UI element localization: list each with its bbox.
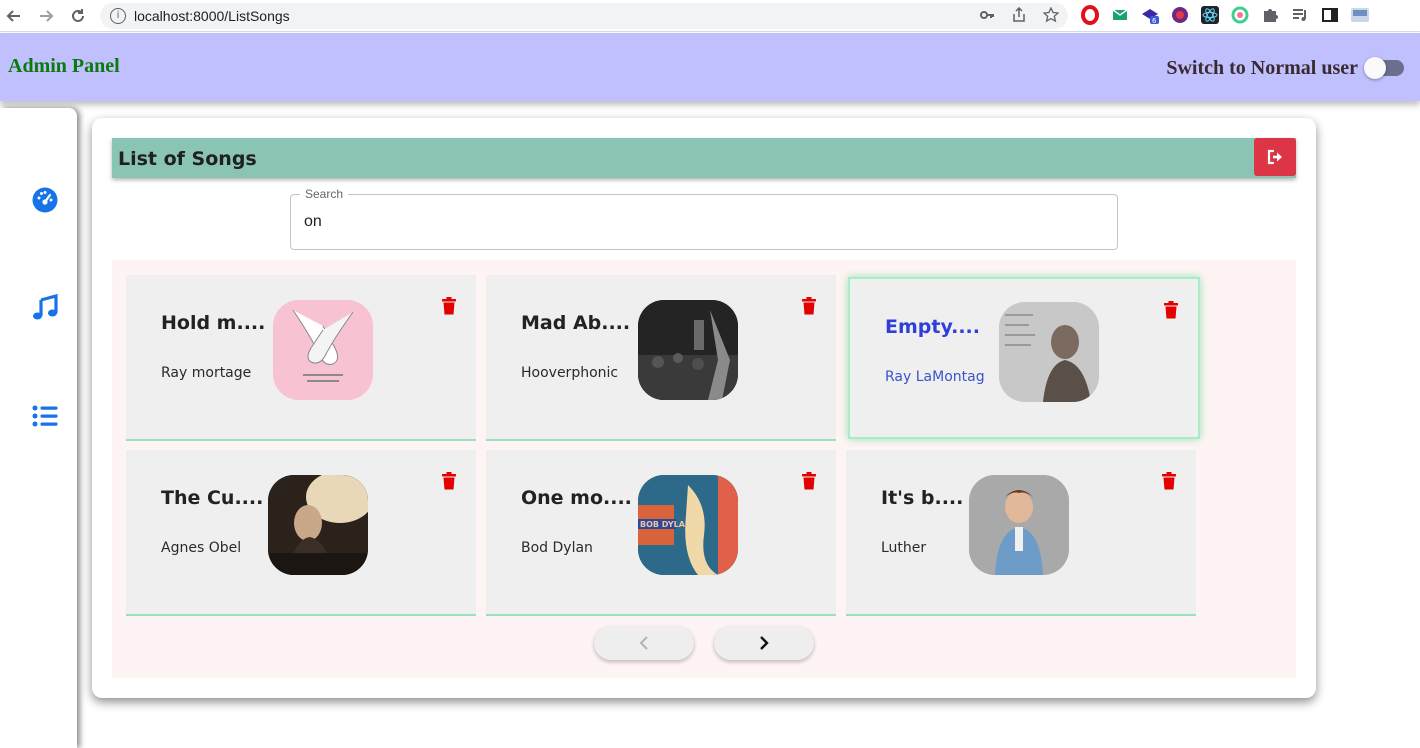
song-title: The Cu.... bbox=[161, 487, 264, 509]
key-icon[interactable] bbox=[978, 7, 996, 25]
extensions-bar: 6 bbox=[1080, 5, 1370, 25]
back-arrow-icon[interactable] bbox=[2, 4, 26, 28]
info-icon[interactable]: i bbox=[110, 8, 126, 24]
page-title: List of Songs bbox=[118, 148, 257, 170]
logout-icon bbox=[1267, 149, 1282, 165]
puzzle-extension-icon[interactable] bbox=[1260, 5, 1280, 25]
songs-panel: List of Songs Search Hold m.... Ray mort… bbox=[92, 118, 1316, 698]
share-icon[interactable] bbox=[1010, 6, 1028, 25]
songs-grid: Hold m.... Ray mortage Mad Ab.... Hoover… bbox=[112, 260, 1296, 678]
song-artist: Ray LaMontag bbox=[885, 369, 985, 385]
react-extension-icon[interactable] bbox=[1200, 5, 1220, 25]
media-control-icon[interactable] bbox=[1290, 5, 1310, 25]
search-field[interactable]: Search bbox=[290, 187, 1118, 250]
circle-extension-icon[interactable] bbox=[1230, 5, 1250, 25]
song-artist: Agnes Obel bbox=[161, 540, 242, 556]
song-thumbnail bbox=[969, 475, 1069, 575]
side-panel-icon[interactable] bbox=[1320, 5, 1340, 25]
chevron-left-icon bbox=[639, 636, 648, 650]
brand-title: Admin Panel bbox=[8, 55, 120, 77]
song-artist: Ray mortage bbox=[161, 365, 252, 381]
list-icon[interactable] bbox=[31, 402, 59, 430]
reload-icon[interactable] bbox=[66, 4, 90, 28]
song-artist: Hooverphonic bbox=[521, 365, 619, 381]
song-card[interactable]: It's b.... Luther bbox=[846, 450, 1196, 616]
url-text: localhost:8000/ListSongs bbox=[134, 8, 290, 24]
mail-extension-icon[interactable] bbox=[1110, 5, 1130, 25]
delete-icon[interactable] bbox=[442, 472, 456, 490]
song-thumbnail bbox=[638, 300, 738, 400]
delete-icon[interactable] bbox=[442, 297, 456, 315]
song-card[interactable]: The Cu.... Agnes Obel bbox=[126, 450, 476, 616]
delete-icon[interactable] bbox=[1162, 472, 1176, 490]
svg-text:6: 6 bbox=[1152, 17, 1157, 25]
opera-extension-icon[interactable] bbox=[1080, 5, 1100, 25]
song-card[interactable]: One mo.... Bod Dylan BOB DYLAN bbox=[486, 450, 836, 616]
toggle-knob bbox=[1364, 57, 1386, 79]
address-bar[interactable]: i localhost:8000/ListSongs bbox=[100, 3, 1068, 29]
sidebar bbox=[0, 108, 77, 748]
delete-icon[interactable] bbox=[802, 472, 816, 490]
switch-user-label: Switch to Normal user bbox=[1166, 57, 1358, 79]
song-thumbnail: BOB DYLAN bbox=[638, 475, 738, 575]
prev-page-button[interactable] bbox=[594, 626, 694, 660]
next-page-button[interactable] bbox=[714, 626, 814, 660]
app-header: Admin Panel Switch to Normal user bbox=[0, 33, 1420, 101]
song-thumbnail bbox=[999, 302, 1099, 402]
song-thumbnail bbox=[273, 300, 373, 400]
song-card-selected[interactable]: Empty.... Ray LaMontag bbox=[848, 277, 1200, 439]
song-title: One mo.... bbox=[521, 487, 632, 509]
music-icon[interactable] bbox=[31, 293, 59, 322]
song-title: Mad Ab.... bbox=[521, 312, 631, 334]
song-artist: Luther bbox=[881, 540, 927, 556]
search-input[interactable] bbox=[304, 213, 1094, 231]
browser-toolbar: i localhost:8000/ListSongs 6 bbox=[0, 0, 1420, 32]
panel-title-bar: List of Songs bbox=[112, 138, 1296, 178]
song-title: It's b.... bbox=[881, 487, 964, 509]
song-thumbnail bbox=[268, 475, 368, 575]
profile-avatar[interactable] bbox=[1350, 5, 1370, 25]
bug-extension-icon[interactable] bbox=[1170, 5, 1190, 25]
switch-user-toggle[interactable] bbox=[1364, 57, 1404, 79]
star-icon[interactable] bbox=[1042, 6, 1060, 25]
search-label: Search bbox=[300, 187, 349, 201]
svg-text:BOB DYLAN: BOB DYLAN bbox=[640, 520, 692, 529]
dashboard-icon[interactable] bbox=[31, 186, 59, 214]
delete-icon[interactable] bbox=[1164, 301, 1178, 319]
chevron-right-icon bbox=[760, 636, 769, 650]
hat-extension-icon[interactable]: 6 bbox=[1140, 5, 1160, 25]
song-card[interactable]: Mad Ab.... Hooverphonic bbox=[486, 275, 836, 441]
logout-button[interactable] bbox=[1254, 138, 1296, 176]
song-card[interactable]: Hold m.... Ray mortage bbox=[126, 275, 476, 441]
delete-icon[interactable] bbox=[802, 297, 816, 315]
song-artist: Bod Dylan bbox=[521, 540, 593, 556]
song-title: Hold m.... bbox=[161, 312, 266, 334]
forward-arrow-icon[interactable] bbox=[34, 4, 58, 28]
song-title: Empty.... bbox=[885, 316, 980, 338]
